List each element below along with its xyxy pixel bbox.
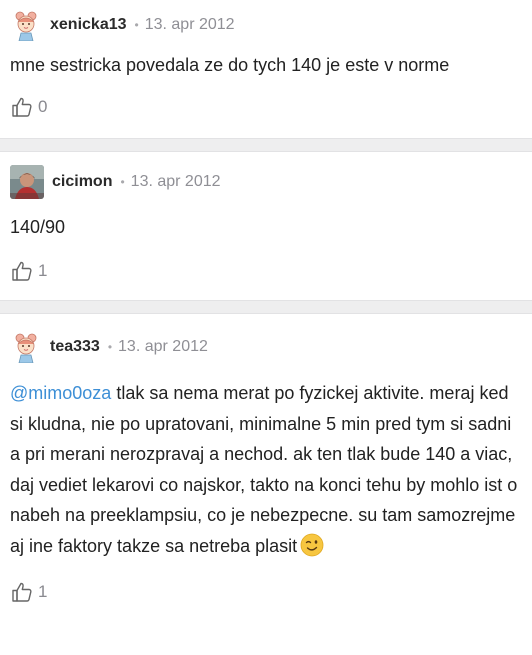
thumbs-up-icon[interactable] <box>10 580 34 604</box>
comment-date: 13. apr 2012 <box>118 338 208 355</box>
comment-header: cicimon • 13. apr 2012 <box>10 152 522 208</box>
thumbs-up-icon[interactable] <box>10 95 34 119</box>
like-count: 1 <box>38 260 48 280</box>
comment-divider <box>0 138 532 152</box>
like-row: 1 <box>10 572 522 612</box>
thumbs-up-icon[interactable] <box>10 259 34 283</box>
like-count: 1 <box>38 581 48 601</box>
girl-doll-avatar-icon[interactable] <box>10 331 42 363</box>
comment-text: @mimo0oza tlak sa nema merat po fyzickej… <box>10 378 522 562</box>
comment-divider <box>0 300 532 314</box>
comment-header: xenicka13 • 13. apr 2012 <box>10 0 522 48</box>
winking-face-icon <box>300 533 324 557</box>
meta-separator: • <box>134 18 139 32</box>
meta-separator: • <box>107 340 113 354</box>
like-count: 0 <box>38 96 48 116</box>
comment-text-content: tlak sa nema merat po fyzickej aktivite.… <box>10 383 518 556</box>
comment-header: tea333 • 13. apr 2012 <box>10 314 522 374</box>
comment-date: 13. apr 2012 <box>130 173 221 190</box>
like-row: 1 <box>10 251 522 291</box>
comment-thread: xenicka13 • 13. apr 2012 mne sestricka p… <box>0 0 532 655</box>
comment-item: cicimon • 13. apr 2012 140/90 1 <box>0 152 532 300</box>
comment-username[interactable]: xenicka13 <box>50 16 127 34</box>
comment-username[interactable]: tea333 <box>50 338 100 356</box>
girl-doll-avatar-icon[interactable] <box>10 9 42 41</box>
comment-item: tea333 • 13. apr 2012 @mimo0oza tlak sa … <box>0 314 532 655</box>
comment-username[interactable]: cicimon <box>52 173 112 191</box>
comment-text: mne sestricka povedala ze do tych 140 je… <box>10 55 450 75</box>
comment-item: xenicka13 • 13. apr 2012 mne sestricka p… <box>0 0 532 138</box>
like-row: 0 <box>10 87 522 127</box>
user-mention-link[interactable]: @mimo0oza <box>10 383 111 403</box>
comment-date: 13. apr 2012 <box>144 16 235 33</box>
comment-text: 140/90 <box>10 217 66 237</box>
meta-separator: • <box>120 175 125 189</box>
photo-avatar[interactable] <box>10 165 44 199</box>
